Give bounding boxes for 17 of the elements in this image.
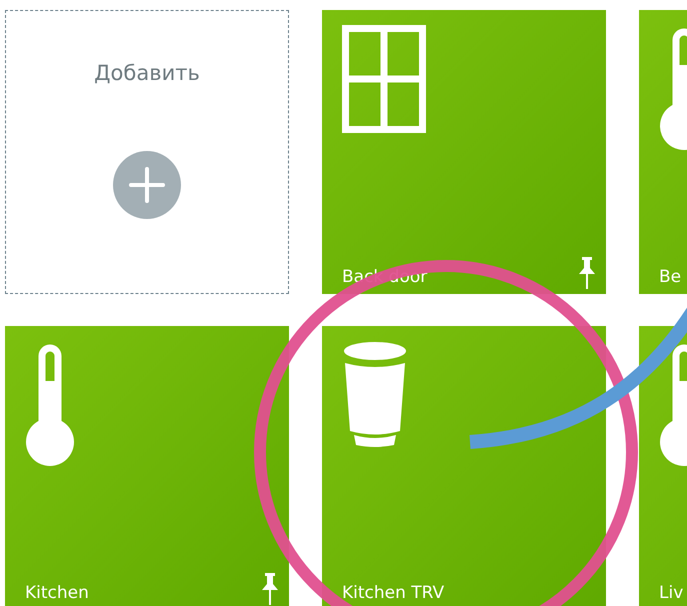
tile-label: Liv	[659, 582, 684, 605]
tile-label: Back door	[342, 266, 428, 289]
device-tile[interactable]: Kitchen	[5, 326, 289, 606]
device-tile[interactable]: Kitchen TRV	[322, 326, 606, 606]
tile-label: Be	[659, 266, 682, 289]
add-label: Добавить	[94, 61, 200, 85]
plus-icon[interactable]	[113, 151, 181, 219]
add-tile[interactable]: Добавить	[5, 10, 289, 294]
pin-icon[interactable]	[261, 572, 279, 606]
device-tile[interactable]: Be	[639, 10, 687, 294]
cylinder-icon	[342, 341, 408, 449]
window-icon	[342, 25, 426, 133]
device-tile[interactable]: Back door	[322, 10, 606, 294]
device-tile[interactable]: Liv	[639, 326, 687, 606]
tile-label: Kitchen	[25, 582, 89, 605]
tile-label: Kitchen TRV	[342, 582, 444, 605]
pin-icon[interactable]	[578, 256, 596, 290]
